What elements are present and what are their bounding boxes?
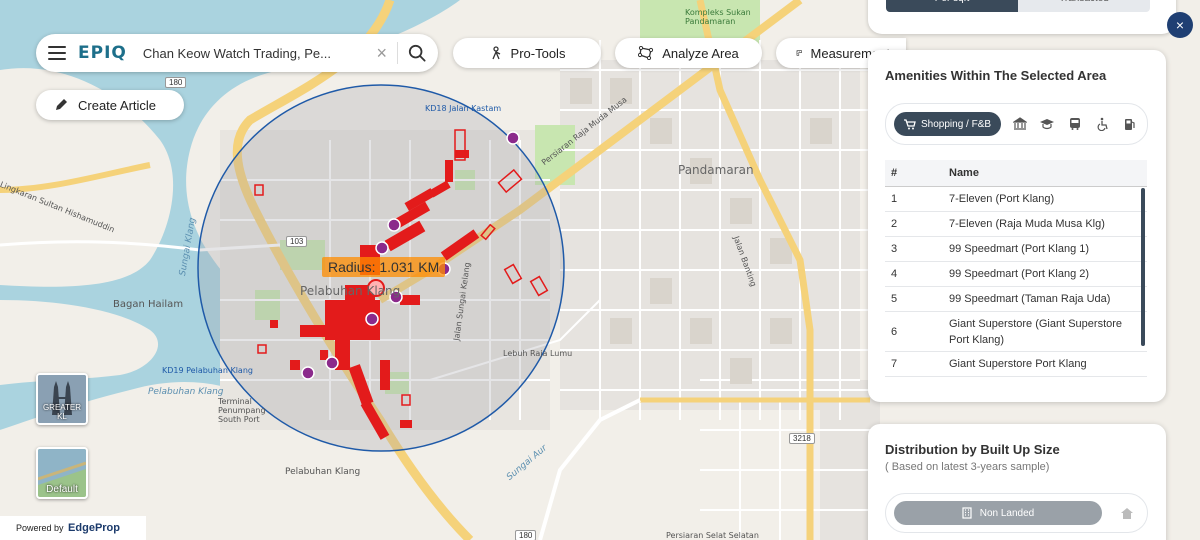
school-icon[interactable]: [1039, 115, 1057, 133]
map-label-terminal: Terminal Penumpang South Port: [218, 397, 266, 424]
table-row[interactable]: 1 7-Eleven (Port Klang): [885, 187, 1147, 212]
polygon-icon: [638, 46, 654, 60]
cart-icon: [904, 118, 916, 129]
row-name: 99 Speedmart (Port Klang 2): [949, 268, 1090, 280]
non-landed-toggle[interactable]: Non Landed: [894, 501, 1102, 525]
road-shield-103: 103: [286, 236, 308, 247]
ruler-icon: [796, 50, 802, 56]
map-label-lebuh-raja-lumu: Lebuh Raja Lumu: [503, 349, 573, 358]
table-row[interactable]: 4 99 Speedmart (Port Klang 2): [885, 262, 1147, 287]
map-label-persiaran-selat-selatan: Persiaran Selat Selatan: [666, 531, 759, 540]
amenity-category-bar: Shopping / F&B: [885, 103, 1148, 145]
non-landed-label: Non Landed: [979, 507, 1035, 519]
analyze-area-label: Analyze Area: [662, 45, 739, 61]
analyze-area-button[interactable]: Analyze Area: [615, 38, 762, 68]
row-name: 99 Speedmart (Taman Raja Uda): [949, 293, 1111, 305]
map-label-bagan-hailam: Bagan Hailam: [113, 299, 184, 310]
create-article-label: Create Article: [78, 97, 157, 113]
property-type-bar: Non Landed: [885, 493, 1148, 533]
table-header: # Name: [885, 160, 1147, 187]
hamburger-menu-icon[interactable]: [48, 46, 66, 60]
row-num: 2: [891, 218, 898, 230]
road-shield-3218: 3218: [789, 433, 815, 444]
row-num: 5: [891, 293, 898, 305]
edgeprop-logo[interactable]: EdgeProp: [68, 522, 120, 534]
search-divider: [397, 42, 398, 64]
transacted-toggle[interactable]: Transacted: [1018, 0, 1150, 12]
road-shield-180-top: 180: [165, 77, 187, 88]
distribution-panel: Distribution by Built Up Size ( Based on…: [868, 424, 1166, 540]
default-layer-button[interactable]: Default: [36, 447, 88, 499]
price-toggle-card: Per sqft Transacted: [868, 0, 1176, 34]
row-name: Giant Superstore Port Klang: [949, 358, 1087, 370]
default-label: Default: [46, 484, 78, 495]
table-scrollbar[interactable]: [1141, 188, 1145, 346]
greater-kl-layer-button[interactable]: GREATER KL: [36, 373, 88, 425]
table-row[interactable]: 6 Giant Superstore (Giant Superstore Por…: [885, 312, 1147, 352]
row-num: 1: [891, 193, 898, 205]
row-name: 7-Eleven (Port Klang): [949, 193, 1055, 205]
map-label-pelabuhan-klang: Pelabuhan Klang: [300, 284, 401, 298]
distribution-subtitle: ( Based on latest 3-years sample): [885, 461, 1050, 473]
price-toggle: Per sqft Transacted: [886, 0, 1150, 12]
row-name: 99 Speedmart (Port Klang 1): [949, 243, 1090, 255]
bus-icon[interactable]: [1066, 115, 1084, 133]
house-icon[interactable]: [1118, 504, 1136, 522]
row-num: 7: [891, 358, 898, 370]
pro-tools-label: Pro-Tools: [510, 45, 566, 61]
category-shopping-label: Shopping / F&B: [921, 118, 992, 130]
amenities-table: # Name 1 7-Eleven (Port Klang) 2 7-Eleve…: [885, 160, 1147, 378]
row-name: 7-Eleven (Raja Muda Musa Klg): [949, 218, 1105, 230]
map-label-kd19: KD19 Pelabuhan Klang: [162, 366, 253, 375]
table-row[interactable]: 7 Giant Superstore Port Klang: [885, 352, 1147, 377]
search-input[interactable]: Chan Keow Watch Trading, Pe...: [143, 46, 367, 61]
close-icon[interactable]: ×: [376, 43, 387, 64]
map-label-pelabuhan-klang-lower: Pelabuhan Klang: [285, 467, 361, 477]
column-header-name: Name: [949, 167, 979, 179]
search-bar: EPIQ Chan Keow Watch Trading, Pe... ×: [36, 34, 438, 72]
pencil-icon: [56, 99, 67, 110]
pro-tools-button[interactable]: Pro-Tools: [453, 38, 601, 68]
column-header-num: #: [891, 167, 898, 179]
table-row[interactable]: 5 99 Speedmart (Taman Raja Uda): [885, 287, 1147, 312]
panel-close-button[interactable]: ×: [1167, 12, 1193, 38]
row-num: 3: [891, 243, 898, 255]
brand-logo[interactable]: EPIQ: [78, 43, 127, 63]
create-article-button[interactable]: Create Article: [36, 90, 184, 120]
category-shopping-fnb[interactable]: Shopping / F&B: [894, 112, 1002, 136]
building-icon: [962, 507, 972, 519]
road-shield-180-bottom: 180: [515, 530, 537, 540]
row-num: 6: [891, 325, 898, 338]
powered-by-footer: Powered by EdgeProp: [0, 516, 146, 540]
map-label-pelabuhan-klang-water: Pelabuhan Klang: [148, 387, 224, 397]
fuel-icon[interactable]: [1121, 115, 1139, 133]
distribution-title: Distribution by Built Up Size: [885, 442, 1060, 457]
radius-label: Radius: 1.031 KM: [322, 257, 446, 277]
map-label-pandamaran: Pandamaran: [678, 163, 754, 177]
row-num: 4: [891, 268, 898, 280]
table-row[interactable]: 3 99 Speedmart (Port Klang 1): [885, 237, 1147, 262]
search-icon[interactable]: [408, 44, 426, 62]
amenities-title: Amenities Within The Selected Area: [885, 68, 1107, 83]
person-tool-icon: [491, 46, 500, 60]
greater-kl-label: GREATER KL: [42, 403, 82, 421]
per-sqft-toggle[interactable]: Per sqft: [886, 0, 1018, 12]
map-label-kd18: KD18 Jalan Kastam: [425, 104, 502, 113]
powered-by-prefix: Powered by: [16, 523, 64, 533]
bank-icon[interactable]: [1011, 115, 1029, 133]
table-row[interactable]: 2 7-Eleven (Raja Muda Musa Klg): [885, 212, 1147, 237]
amenities-panel: Amenities Within The Selected Area Shopp…: [868, 50, 1166, 402]
row-name: Giant Superstore (Giant Superstore Port …: [949, 317, 1123, 346]
map-label-kompleks: Kompleks Sukan Pandamaran: [685, 8, 751, 26]
wheelchair-icon[interactable]: [1094, 115, 1112, 133]
